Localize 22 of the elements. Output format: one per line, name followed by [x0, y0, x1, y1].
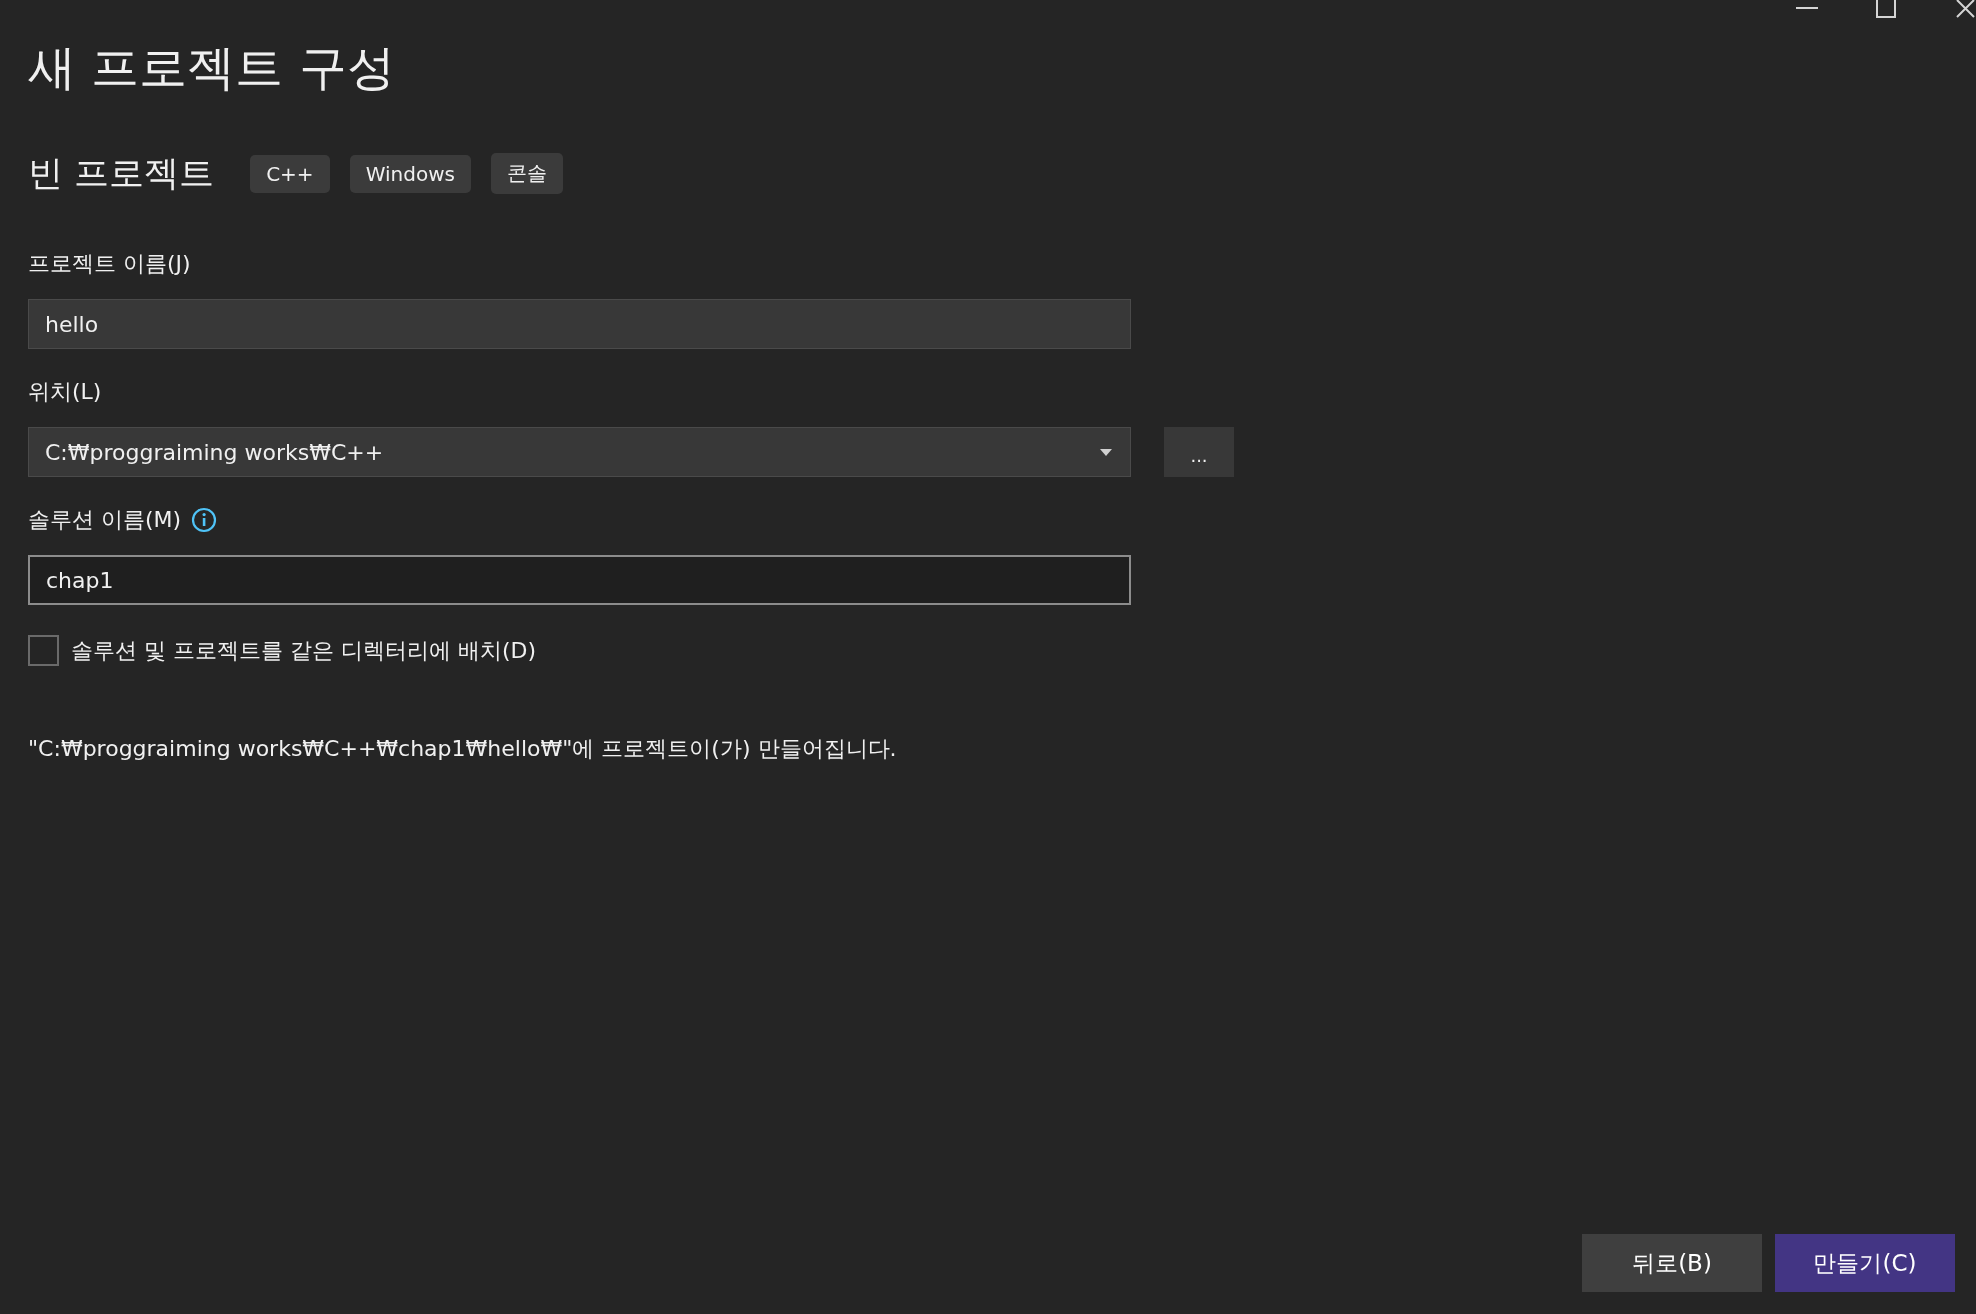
create-button[interactable]: 만들기(C): [1775, 1234, 1955, 1292]
template-name: 빈 프로젝트: [28, 152, 215, 195]
result-path-text: "C:₩proggraiming works₩C++₩chap1₩hello₩"에 프로젝트이(가) 만들어집니다.: [28, 735, 898, 763]
back-button[interactable]: 뒤로(B): [1582, 1234, 1762, 1292]
caret-icon[interactable]: [1100, 448, 1112, 456]
tag: C++: [250, 154, 330, 193]
location-dropdown[interactable]: C:₩proggraiming works₩C++: [28, 427, 1131, 477]
solution-name-field[interactable]: chap1: [28, 555, 1131, 605]
browse-button[interactable]: ...: [1164, 427, 1234, 477]
maximize-icon[interactable]: [1876, 0, 1896, 18]
field-label: 프로젝트 이름(J): [28, 250, 191, 278]
field-label: 위치(L): [28, 378, 102, 406]
dialog-title: 새 프로젝트 구성: [28, 38, 396, 97]
minimize-icon[interactable]: [1796, 6, 1818, 10]
tag: Windows: [349, 154, 471, 193]
field-label: 솔루션 이름(M): [28, 506, 182, 534]
tag: 콘솔: [490, 153, 563, 194]
project-name-field[interactable]: hello: [28, 299, 1131, 349]
checkbox[interactable]: [28, 635, 59, 666]
checkbox-label: 솔루션 및 프로젝트를 같은 디렉터리에 배치(D): [71, 636, 537, 665]
info-icon[interactable]: [191, 507, 218, 533]
close-icon[interactable]: [1956, 0, 1976, 18]
